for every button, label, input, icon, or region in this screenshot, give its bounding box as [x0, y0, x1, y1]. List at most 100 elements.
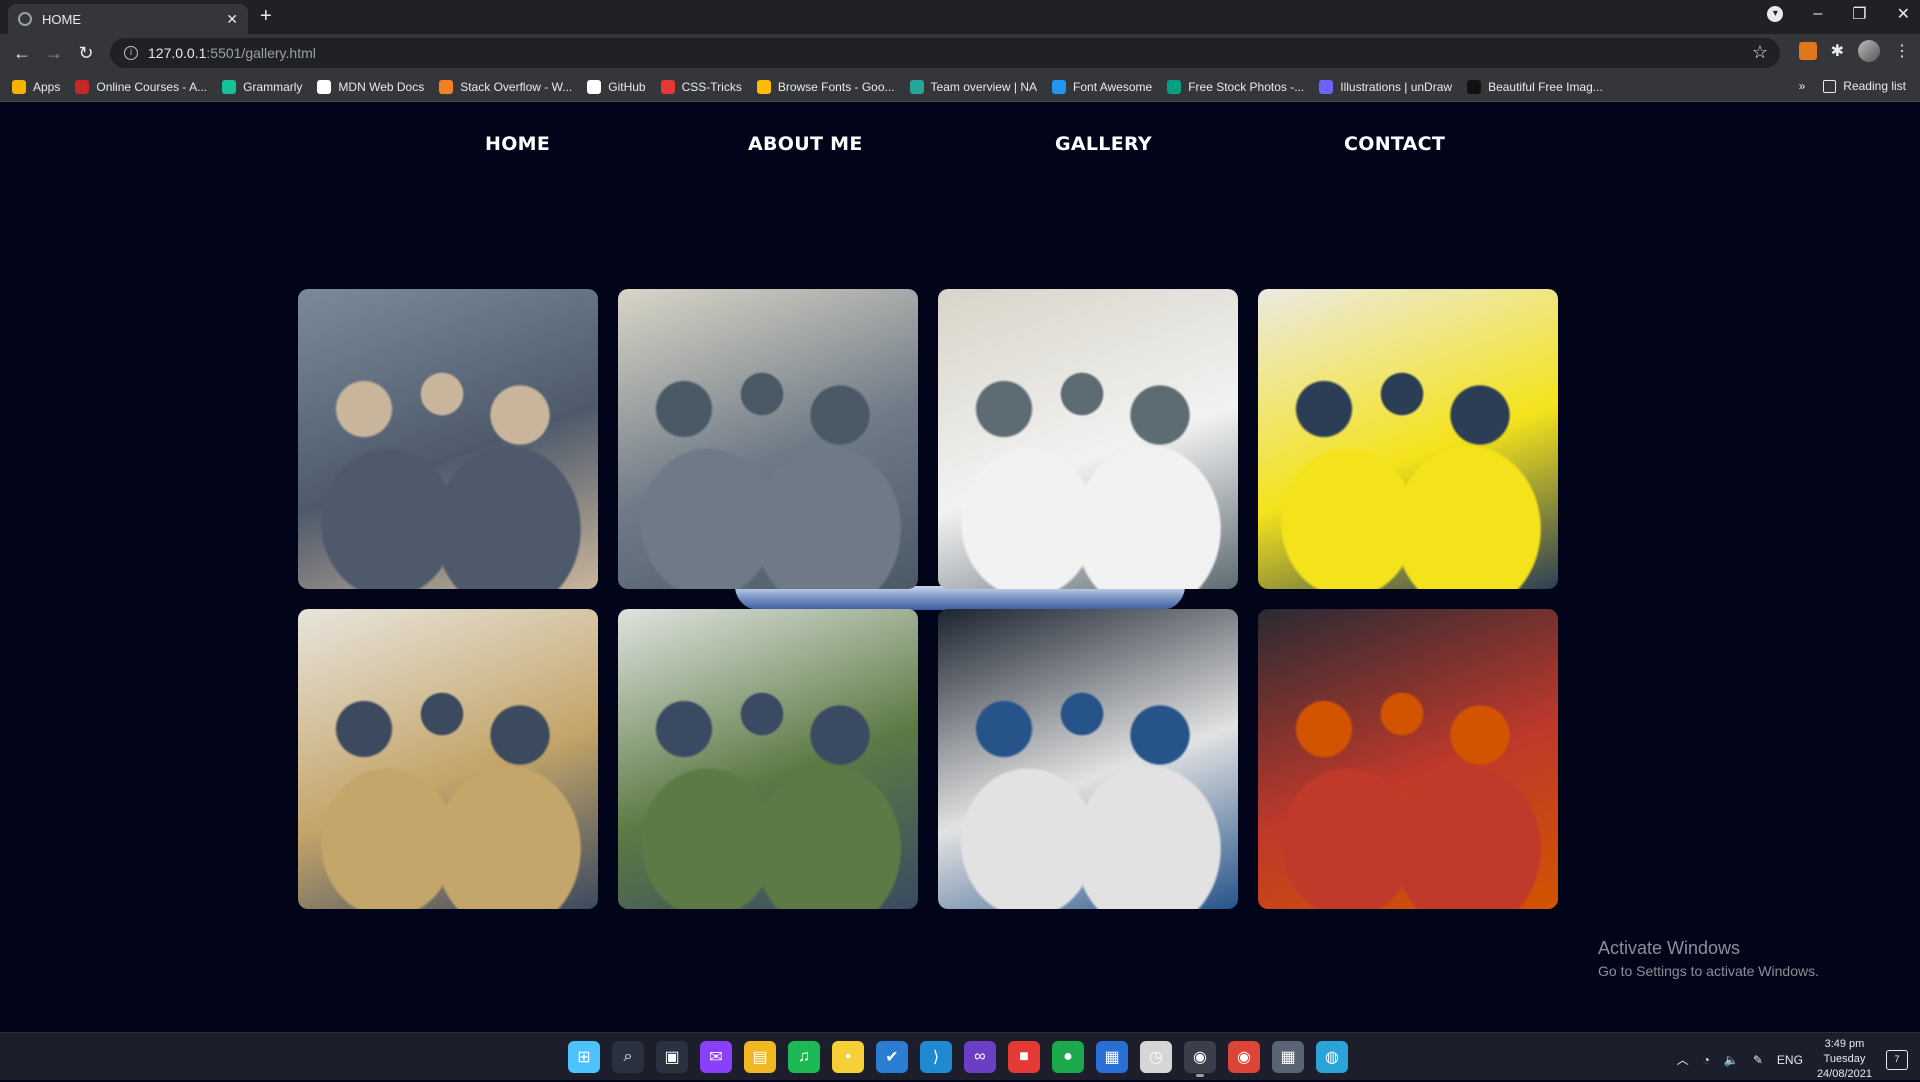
bookmark-favicon-icon [317, 79, 332, 94]
photo-image [298, 289, 598, 589]
taskbar-todo-icon[interactable]: ✔ [876, 1041, 908, 1073]
photo-image [618, 609, 918, 909]
bookmark-favicon-icon [1319, 79, 1334, 94]
reading-list-icon [1823, 79, 1837, 93]
notification-center-icon[interactable]: 7 [1886, 1049, 1908, 1070]
taskbar-calendar-icon[interactable]: ▦ [1096, 1041, 1128, 1073]
taskbar-task-view-icon[interactable]: ▣ [656, 1041, 688, 1073]
bookmark-label: CSS-Tricks [681, 79, 742, 94]
taskbar-start-icon[interactable]: ⊞ [568, 1041, 600, 1073]
watermark-title: Activate Windows [1598, 938, 1741, 958]
photo-image [938, 609, 1238, 909]
more-bookmarks-icon[interactable]: » [1799, 79, 1806, 93]
bookmark-favicon-icon [1467, 79, 1482, 94]
reading-list-button[interactable]: Reading list [1823, 79, 1906, 93]
bookmark-item[interactable]: GitHub [587, 79, 646, 94]
bookmark-label: Team overview | NA [930, 79, 1038, 94]
nav-about-me[interactable]: ABOUT ME [748, 133, 863, 155]
bookmark-item[interactable]: Team overview | NA [909, 79, 1038, 94]
photo-night-court[interactable] [938, 609, 1238, 909]
window-controls: ▾ – ❐ ✕ [1767, 4, 1910, 24]
photo-beanbag-nap[interactable] [1258, 289, 1558, 589]
close-icon[interactable]: ✕ [226, 11, 238, 28]
tab-title: HOME [42, 11, 81, 27]
taskbar-visual-studio-icon[interactable]: ∞ [964, 1041, 996, 1073]
taskbar-calculator-icon[interactable]: ▦ [1272, 1041, 1304, 1073]
taskbar-search-icon[interactable]: ⌕ [612, 1041, 644, 1073]
photo-party-friends[interactable] [1258, 609, 1558, 909]
taskbar-line-app-icon[interactable]: ● [1052, 1041, 1084, 1073]
taskbar-messenger-icon[interactable]: ✉ [700, 1041, 732, 1073]
bookmarks-bar: Apps Online Courses - A... Grammarly MDN We… [0, 72, 1920, 102]
bookmark-star-icon[interactable]: ☆ [1752, 42, 1768, 63]
bookmark-item[interactable]: Browse Fonts - Goo... [756, 79, 895, 94]
new-tab-button[interactable]: + [260, 5, 272, 28]
bookmark-favicon-icon [756, 79, 771, 94]
bookmark-favicon-icon [75, 79, 90, 94]
bookmark-item[interactable]: Grammarly [222, 79, 303, 94]
taskbar-spotify-icon[interactable]: ♫ [788, 1041, 820, 1073]
tab-search-icon[interactable]: ▾ [1767, 6, 1784, 22]
network-icon[interactable]: ◔ [1703, 1053, 1710, 1067]
restore-icon[interactable]: ❐ [1852, 4, 1866, 24]
taskbar-chrome-dev-icon[interactable]: ◉ [1184, 1041, 1216, 1077]
bookmark-item[interactable]: Illustrations | unDraw [1319, 79, 1452, 94]
taskbar-sticky-notes-icon[interactable]: ▪ [832, 1041, 864, 1073]
bookmark-item[interactable]: CSS-Tricks [660, 79, 742, 94]
bookmark-item[interactable]: Apps [12, 79, 61, 94]
bookmark-label: Online Courses - A... [96, 79, 208, 94]
back-icon[interactable]: ← [6, 43, 38, 64]
browser-tab-home[interactable]: HOME ✕ [8, 4, 248, 34]
bookmark-favicon-icon [909, 79, 924, 94]
metamask-icon[interactable] [1798, 42, 1817, 60]
language-indicator[interactable]: ENG [1777, 1053, 1803, 1067]
clock[interactable]: 3:49 pm Tuesday 24/08/2021 [1817, 1037, 1872, 1082]
photo-participant-ids[interactable] [938, 289, 1238, 589]
taskbar-vscode-icon[interactable]: ⟩ [920, 1041, 952, 1073]
photo-crowd-hall[interactable] [618, 289, 918, 589]
nav-home[interactable]: HOME [485, 133, 550, 155]
bookmark-item[interactable]: Stack Overflow - W... [439, 79, 572, 94]
pen-icon[interactable]: ✎ [1753, 1053, 1763, 1067]
nav-contact[interactable]: CONTACT [1344, 133, 1445, 155]
minimize-icon[interactable]: – [1813, 5, 1822, 23]
clock-day: Tuesday [1823, 1053, 1866, 1065]
bookmark-item[interactable]: MDN Web Docs [317, 79, 424, 94]
photo-group-selfie-classroom[interactable] [298, 289, 598, 589]
photo-park-tent[interactable] [618, 609, 918, 909]
nav-gallery[interactable]: GALLERY [1055, 133, 1152, 155]
chevron-up-icon[interactable]: ︿ [1677, 1051, 1689, 1068]
taskbar-network-globe-icon[interactable]: ◍ [1316, 1041, 1348, 1073]
bookmark-item[interactable]: Online Courses - A... [75, 79, 208, 94]
reading-list-label: Reading list [1843, 79, 1906, 93]
bookmark-label: Apps [33, 79, 61, 94]
watermark-subtitle: Go to Settings to activate Windows. [1598, 963, 1819, 979]
bookmark-item[interactable]: Font Awesome [1052, 79, 1153, 94]
volume-icon[interactable]: 🔈 [1724, 1053, 1739, 1067]
bookmark-item[interactable]: Free Stock Photos -... [1167, 79, 1304, 94]
bookmark-item[interactable]: Beautiful Free Imag... [1467, 79, 1603, 94]
url-host: 127.0.0.1 [148, 45, 207, 61]
taskbar-clock-app-icon[interactable]: ◷ [1140, 1041, 1172, 1073]
info-icon[interactable]: i [124, 46, 138, 60]
taskbar-figma-like-icon[interactable]: ■ [1008, 1041, 1040, 1073]
taskbar-file-explorer-icon[interactable]: ▤ [744, 1041, 776, 1073]
photo-image [298, 609, 598, 909]
close-window-icon[interactable]: ✕ [1897, 4, 1910, 24]
address-bar[interactable]: i 127.0.0.1:5501/gallery.html ☆ [110, 38, 1780, 68]
profile-avatar[interactable] [1858, 40, 1880, 62]
menu-kebab-icon[interactable]: ⋮ [1894, 41, 1910, 61]
photo-image [1258, 289, 1558, 589]
reload-icon[interactable]: ↻ [70, 43, 102, 64]
bookmark-favicon-icon [12, 79, 26, 94]
photo-mall-group[interactable] [298, 609, 598, 909]
bookmark-label: Grammarly [243, 79, 303, 94]
forward-icon[interactable]: → [38, 43, 70, 64]
bookmark-label: Beautiful Free Imag... [1488, 79, 1603, 94]
bookmarks-right: » Reading list [1799, 79, 1906, 93]
browser-toolbar: ← → ↻ i 127.0.0.1:5501/gallery.html ☆ ✱ … [0, 34, 1920, 72]
bookmark-label: Font Awesome [1073, 79, 1153, 94]
photo-image [618, 289, 918, 589]
taskbar-chrome-icon[interactable]: ◉ [1228, 1041, 1260, 1073]
extensions-puzzle-icon[interactable]: ✱ [1831, 41, 1844, 61]
